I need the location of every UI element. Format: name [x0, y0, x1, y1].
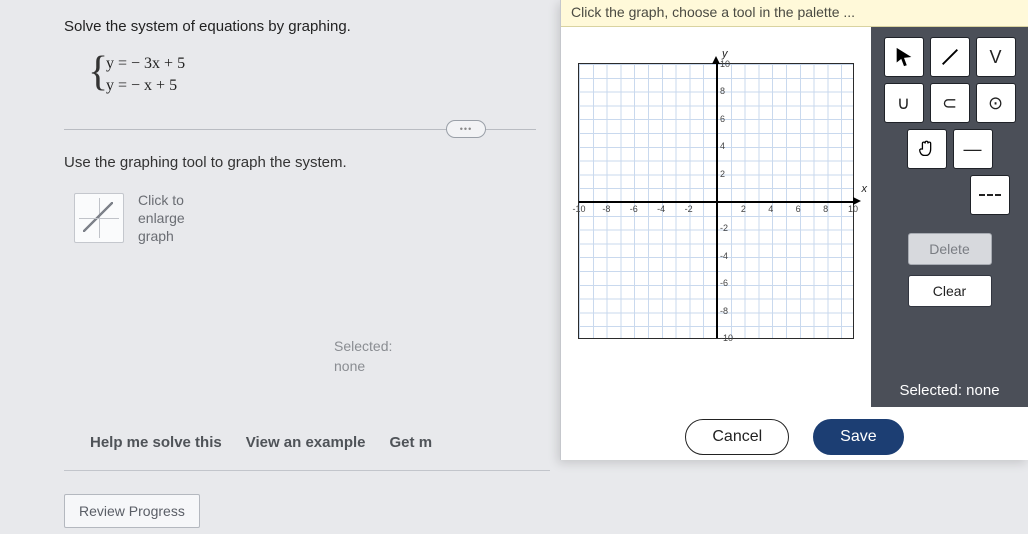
expand-pill[interactable]: •••: [446, 120, 486, 138]
help-link[interactable]: Help me solve this: [90, 434, 222, 451]
save-button[interactable]: Save: [813, 419, 903, 455]
line-tool[interactable]: [930, 37, 970, 77]
dashed-line-tool[interactable]: [970, 175, 1010, 215]
parabola-up-tool[interactable]: ∪: [884, 83, 924, 123]
review-progress-button[interactable]: Review Progress: [64, 494, 200, 528]
footer-divider: [64, 470, 550, 471]
equation-1: y = − 3x + 5: [106, 53, 536, 75]
get-more-link[interactable]: Get m: [390, 434, 433, 451]
equation-system: { y = − 3x + 5 y = − x + 5: [88, 53, 536, 97]
selected-status-small: Selected: none: [334, 336, 392, 376]
panel-banner: Click the graph, choose a tool in the pa…: [561, 0, 1028, 27]
thumb-label: Click to enlarge graph: [138, 191, 185, 245]
equation-2: y = − x + 5: [106, 75, 536, 97]
example-link[interactable]: View an example: [246, 434, 366, 451]
v-tool[interactable]: V: [976, 37, 1016, 77]
tool-palette: V ∪ ⊂ ⊙ — Delete Clear Selected: none: [871, 27, 1028, 407]
section-divider: •••: [64, 129, 536, 130]
segment-tool[interactable]: —: [953, 129, 993, 169]
graph-tool-panel: Click the graph, choose a tool in the pa…: [560, 0, 1028, 460]
graph-thumbnail[interactable]: [74, 193, 124, 243]
subset-tool[interactable]: ⊂: [930, 83, 970, 123]
clear-button[interactable]: Clear: [908, 275, 992, 307]
circle-tool[interactable]: ⊙: [976, 83, 1016, 123]
x-axis-label: x: [862, 183, 868, 195]
graph-canvas-area[interactable]: y x 2 4 6 8 10 -2 -4 -6 -8 -10 2 4 6 8 1…: [561, 27, 871, 407]
hand-tool[interactable]: [907, 129, 947, 169]
cancel-button[interactable]: Cancel: [685, 419, 789, 455]
brace-icon: {: [88, 51, 108, 93]
question-title: Solve the system of equations by graphin…: [64, 18, 536, 35]
delete-button[interactable]: Delete: [908, 233, 992, 265]
selected-status: Selected: none: [871, 382, 1028, 399]
instruction-text: Use the graphing tool to graph the syste…: [64, 154, 536, 171]
pointer-tool[interactable]: [884, 37, 924, 77]
coordinate-grid[interactable]: y x 2 4 6 8 10 -2 -4 -6 -8 -10 2 4 6 8 1…: [578, 63, 854, 339]
